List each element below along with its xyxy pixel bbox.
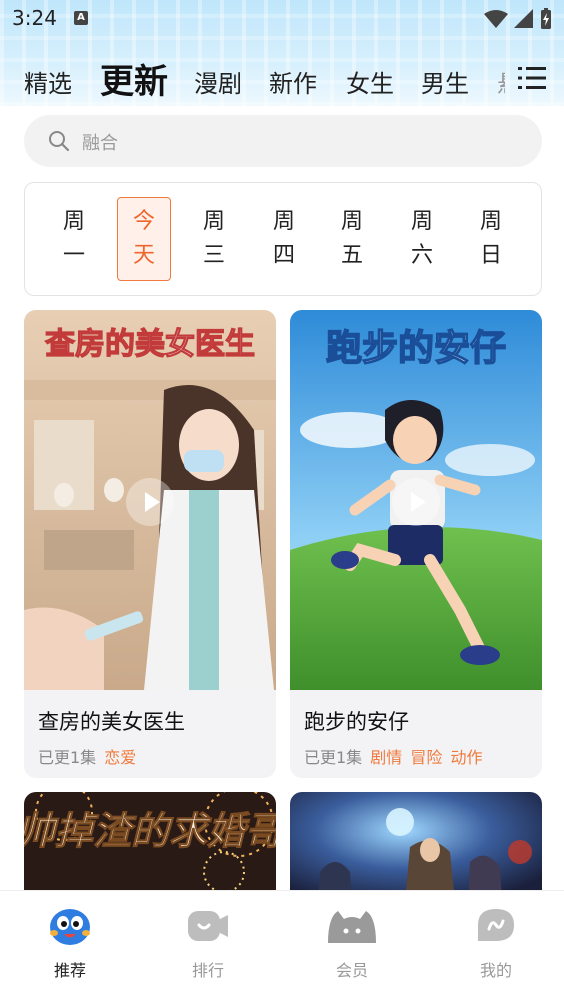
episode-count: 已更1集 bbox=[38, 748, 97, 767]
day-thursday[interactable]: 周 四 bbox=[257, 197, 311, 281]
bottom-navigation: 推荐 排行 会员 我的 bbox=[0, 890, 564, 1004]
card-meta: 已更1集 恋爱 bbox=[38, 744, 136, 768]
nav-label: 推荐 bbox=[53, 961, 86, 980]
play-icon bbox=[145, 492, 160, 512]
search-icon bbox=[49, 131, 70, 152]
genre-tag: 动作 bbox=[450, 748, 483, 767]
episode-count: 已更1集 bbox=[304, 748, 363, 767]
tab-new-works[interactable]: 新作 bbox=[269, 64, 317, 99]
day-bottom-label: 一 bbox=[62, 243, 85, 268]
poster-title-text: 跑步的安仔 bbox=[326, 328, 506, 369]
poster-image: 帅掉渣的求婚哥 bbox=[24, 792, 276, 902]
poster-title-text: 查房的美女医生 bbox=[45, 327, 255, 362]
status-bar: 3:24 A bbox=[0, 0, 564, 38]
nav-member[interactable]: 会员 bbox=[302, 903, 402, 981]
day-top-label: 周 bbox=[202, 209, 225, 234]
drama-card[interactable]: 跑步的安仔 跑步的安仔 已更1集 剧情 冒险 动作 bbox=[290, 310, 542, 778]
day-bottom-label: 天 bbox=[132, 243, 155, 268]
recommend-mascot-icon bbox=[50, 909, 90, 945]
category-menu-icon[interactable] bbox=[518, 66, 546, 90]
day-top-label: 今 bbox=[132, 209, 155, 234]
card-title: 查房的美女医生 bbox=[38, 710, 185, 734]
tab-male[interactable]: 男生 bbox=[421, 64, 469, 99]
status-time: 3:24 bbox=[12, 6, 57, 30]
nav-profile[interactable]: 我的 bbox=[446, 903, 546, 981]
play-button[interactable] bbox=[392, 478, 440, 526]
nav-label: 排行 bbox=[191, 961, 224, 980]
day-bottom-label: 六 bbox=[410, 243, 433, 268]
nav-label: 我的 bbox=[479, 961, 512, 980]
day-saturday[interactable]: 周 六 bbox=[395, 197, 449, 281]
ranking-icon bbox=[188, 911, 228, 941]
status-notification-icon: A bbox=[74, 11, 88, 25]
profile-icon bbox=[478, 909, 514, 941]
tab-female[interactable]: 女生 bbox=[346, 64, 394, 99]
signal-icon bbox=[514, 9, 533, 28]
search-bar[interactable]: 融合 bbox=[24, 115, 542, 167]
weekday-selector: 周 一 今 天 周 三 周 四 周 五 周 六 周 日 bbox=[24, 182, 542, 296]
day-today[interactable]: 今 天 bbox=[117, 197, 171, 281]
day-friday[interactable]: 周 五 bbox=[325, 197, 379, 281]
day-top-label: 周 bbox=[62, 209, 85, 234]
play-button[interactable] bbox=[126, 478, 174, 526]
day-top-label: 周 bbox=[479, 209, 502, 234]
day-bottom-label: 四 bbox=[272, 243, 295, 268]
tab-comic-drama[interactable]: 漫剧 bbox=[194, 64, 242, 99]
nav-label: 会员 bbox=[335, 961, 368, 980]
tab-updates[interactable]: 更新 bbox=[100, 54, 168, 103]
genre-tag: 冒险 bbox=[410, 748, 443, 767]
card-title: 跑步的安仔 bbox=[304, 710, 409, 734]
day-top-label: 周 bbox=[272, 209, 295, 234]
day-top-label: 周 bbox=[410, 209, 433, 234]
category-tabs: 精选 更新 漫剧 新作 女生 男生 悬 bbox=[0, 50, 564, 103]
search-placeholder: 融合 bbox=[82, 133, 118, 154]
day-top-label: 周 bbox=[340, 209, 363, 234]
day-bottom-label: 五 bbox=[340, 243, 363, 268]
wifi-icon bbox=[484, 10, 508, 28]
day-bottom-label: 三 bbox=[202, 243, 225, 268]
nav-ranking[interactable]: 排行 bbox=[158, 903, 258, 981]
card-meta: 已更1集 剧情 冒险 动作 bbox=[304, 744, 483, 768]
genre-tag: 剧情 bbox=[370, 748, 403, 767]
play-icon bbox=[411, 492, 426, 512]
battery-icon bbox=[541, 8, 551, 29]
day-bottom-label: 日 bbox=[479, 243, 502, 268]
drama-card[interactable]: 查房的美女医生 查房的美女医生 已更1集 恋爱 bbox=[24, 310, 276, 778]
member-icon bbox=[328, 911, 376, 943]
top-header: 3:24 A 精选 更新 漫剧 新作 女生 男生 悬 bbox=[0, 0, 564, 106]
drama-card[interactable] bbox=[290, 792, 542, 902]
tab-more-partial[interactable]: 悬 bbox=[497, 64, 505, 99]
drama-card[interactable]: 帅掉渣的求婚哥 bbox=[24, 792, 276, 902]
status-icons bbox=[484, 8, 552, 30]
tab-featured[interactable]: 精选 bbox=[24, 64, 72, 99]
day-monday[interactable]: 周 一 bbox=[47, 197, 101, 281]
nav-recommend[interactable]: 推荐 bbox=[20, 903, 120, 981]
poster-image bbox=[290, 792, 542, 902]
poster-title-text: 帅掉渣的求婚哥 bbox=[24, 809, 276, 853]
genre-tag: 恋爱 bbox=[104, 748, 137, 767]
day-sunday[interactable]: 周 日 bbox=[464, 197, 518, 281]
day-wednesday[interactable]: 周 三 bbox=[187, 197, 241, 281]
